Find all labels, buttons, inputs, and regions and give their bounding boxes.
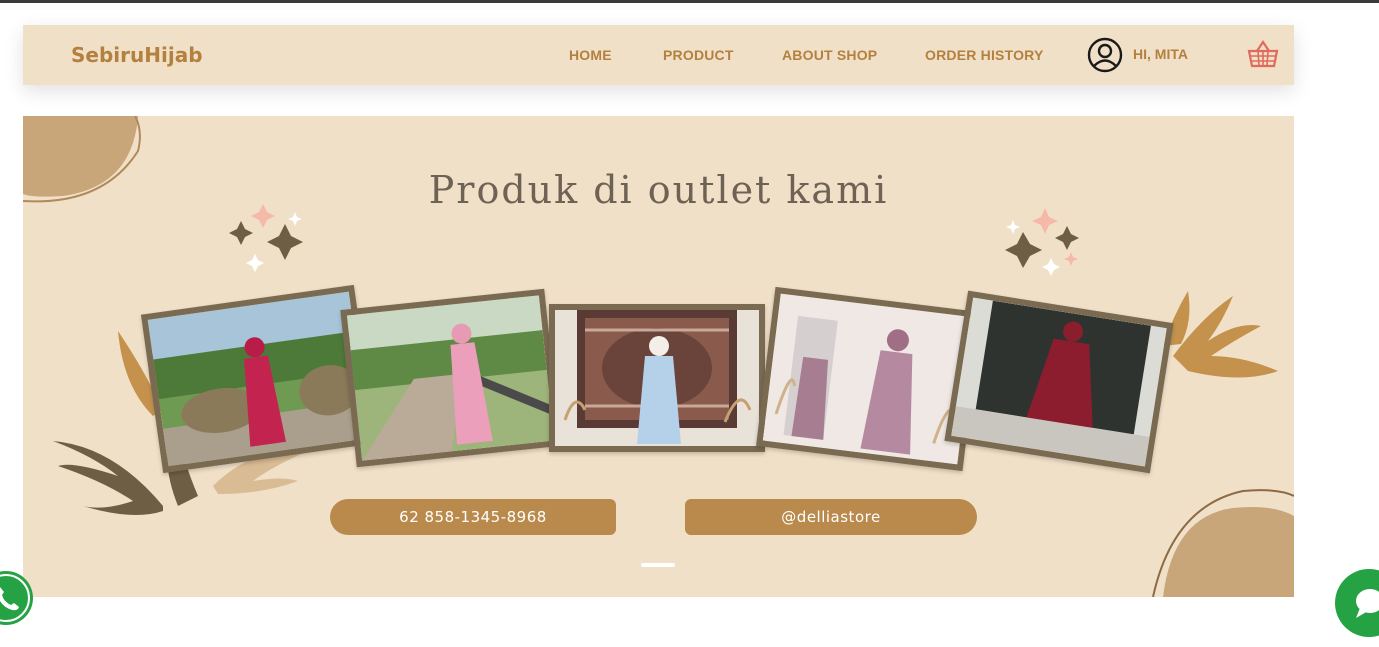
nav-home[interactable]: HOME — [569, 47, 612, 63]
product-photo[interactable] — [340, 288, 561, 468]
basket-icon[interactable] — [1247, 39, 1279, 69]
nav-about-shop[interactable]: ABOUT SHOP — [782, 47, 877, 63]
user-greeting[interactable]: HI, MITA — [1133, 46, 1188, 62]
product-image — [951, 297, 1167, 467]
nav-product[interactable]: PRODUCT — [663, 47, 734, 63]
product-photo[interactable] — [944, 290, 1174, 474]
instagram-contact[interactable]: @delliastore — [685, 499, 977, 535]
phone-icon[interactable] — [0, 571, 38, 625]
top-border — [0, 0, 1379, 3]
product-photo[interactable] — [549, 304, 765, 452]
product-image — [147, 291, 370, 467]
product-image — [555, 310, 759, 446]
product-image — [346, 295, 555, 461]
phone-contact[interactable]: 62 858-1345-8968 — [330, 499, 616, 535]
product-image — [762, 293, 976, 465]
user-circle-icon[interactable] — [1087, 37, 1123, 73]
brand-logo[interactable]: SebiruHijab — [71, 43, 203, 67]
banner-headline: Produk di outlet kami — [428, 168, 889, 212]
hero-banner[interactable]: Produk di outlet kami 62 858-1345-8968 @… — [23, 116, 1294, 597]
carousel-indicator[interactable] — [641, 563, 675, 567]
nav-order-history[interactable]: ORDER HISTORY — [925, 47, 1044, 63]
navbar: SebiruHijab HOME PRODUCT ABOUT SHOP ORDE… — [23, 25, 1294, 85]
product-photo[interactable] — [756, 286, 982, 472]
chat-icon[interactable] — [1334, 568, 1379, 638]
